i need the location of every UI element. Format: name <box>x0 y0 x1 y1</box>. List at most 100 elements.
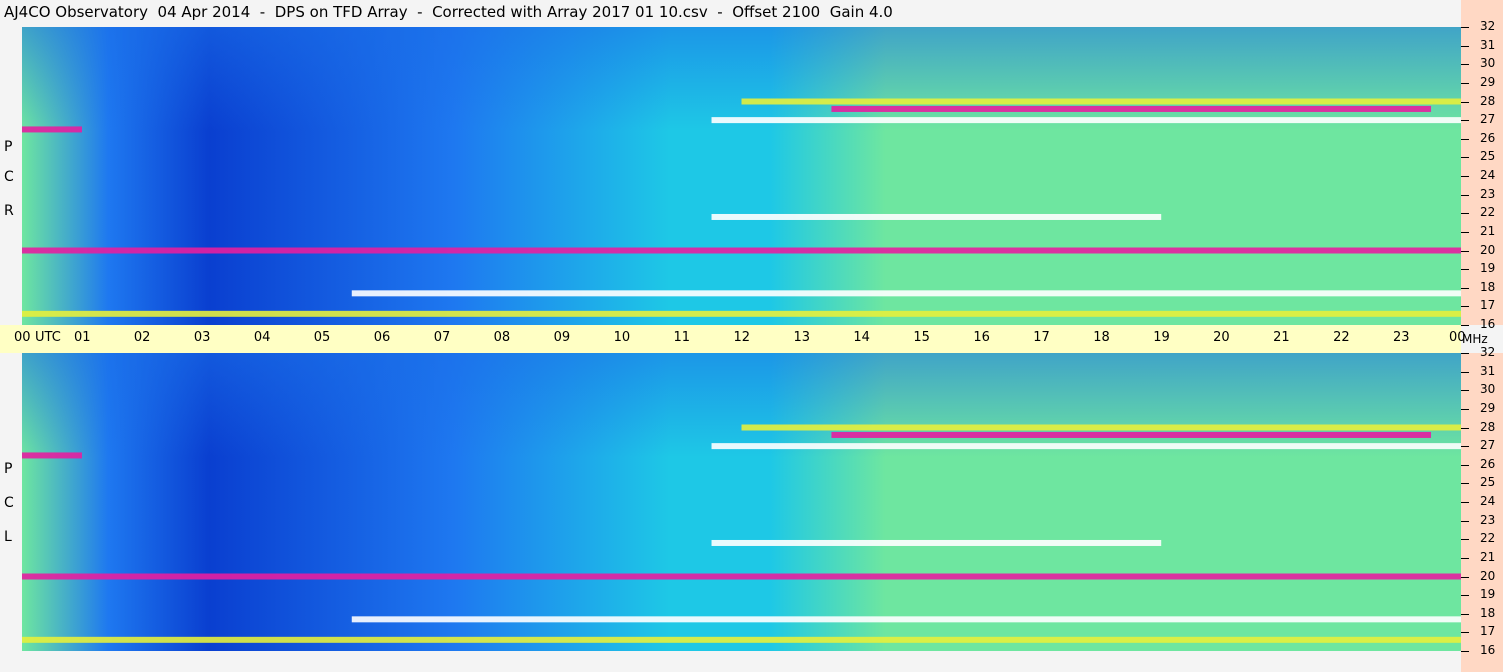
time-tick-label: 01 <box>73 330 91 345</box>
freq-tick-mark <box>1461 446 1469 448</box>
lcp-band-2 <box>741 424 1461 431</box>
freq-tick-mark <box>1461 502 1469 503</box>
time-axis-unit: UTC <box>35 330 61 345</box>
freq-tick-mark <box>1461 64 1469 66</box>
time-tick-label: 00 <box>14 330 31 345</box>
rcp-band-2 <box>741 98 1461 105</box>
time-tick-label: 10 <box>613 330 631 345</box>
freq-tick-mark <box>1461 483 1469 485</box>
time-tick-label: 03 <box>193 330 211 345</box>
freq-tick-label: 22 <box>1480 205 1496 220</box>
freq-tick-label: 29 <box>1480 400 1496 415</box>
freq-tick-label: 23 <box>1480 186 1496 201</box>
time-tick-label: 08 <box>493 330 511 345</box>
freq-tick-label: 19 <box>1480 587 1496 602</box>
rcp-band-5 <box>22 310 1461 317</box>
freq-tick-mark <box>1461 27 1469 28</box>
freq-tick-mark <box>1461 353 1469 354</box>
rcp-band-7 <box>22 126 82 133</box>
freq-tick-mark <box>1461 269 1469 271</box>
freq-axis-lcp: 32 31 30 29 28 27 26 25 24 23 22 21 20 19 18 17 16 <box>1461 345 1503 672</box>
freq-tick-label: 29 <box>1480 74 1496 89</box>
lcp-band-6 <box>22 573 1461 580</box>
freq-tick-mark <box>1461 427 1469 429</box>
freq-tick-mark <box>1461 250 1469 252</box>
chart-title: AJ4CO Observatory 04 Apr 2014 - DPS on T… <box>4 3 893 21</box>
time-tick-label: 16 <box>973 330 990 345</box>
time-tick-label: 21 <box>1273 330 1290 345</box>
freq-tick-label: 25 <box>1480 149 1496 164</box>
freq-tick-label: 30 <box>1480 382 1496 397</box>
freq-tick-mark <box>1461 325 1469 326</box>
freq-tick-mark <box>1461 231 1469 233</box>
freq-tick-label: 16 <box>1480 317 1496 331</box>
freq-tick-label: 19 <box>1480 261 1496 276</box>
time-axis: UTC 00 01 02 03 04 05 06 07 08 09 10 11 12 13 14 15 16 17… <box>0 325 1466 353</box>
freq-tick-label: 18 <box>1480 279 1496 294</box>
freq-tick-mark <box>1461 408 1469 410</box>
rcp-band-0 <box>711 117 1461 124</box>
rcp-top-shade <box>22 27 1461 325</box>
rcp-label-char-1: C <box>4 169 14 185</box>
freq-tick-label: 31 <box>1480 363 1496 378</box>
freq-tick-label: 24 <box>1480 168 1496 182</box>
freq-tick-label: 27 <box>1480 438 1496 453</box>
freq-tick-mark <box>1461 632 1469 634</box>
freq-tick-mark <box>1461 613 1469 615</box>
freq-tick-mark <box>1461 595 1469 597</box>
freq-tick-label: 25 <box>1480 475 1496 490</box>
freq-tick-mark <box>1461 45 1469 47</box>
freq-tick-label: 21 <box>1480 549 1496 564</box>
freq-tick-mark <box>1461 138 1469 140</box>
freq-tick-mark <box>1461 371 1469 373</box>
rcp-band-6 <box>22 247 1461 254</box>
time-tick-label: 04 <box>253 330 271 345</box>
freq-tick-mark <box>1461 520 1469 522</box>
freq-tick-label: 30 <box>1480 56 1496 71</box>
lcp-band-0 <box>711 443 1461 450</box>
freq-tick-mark <box>1461 157 1469 159</box>
freq-tick-mark <box>1461 390 1469 392</box>
time-tick-label: 07 <box>433 330 451 345</box>
freq-tick-label: 32 <box>1480 345 1496 359</box>
lcp-top-shade <box>22 353 1461 651</box>
lcp-band-4 <box>351 616 1461 623</box>
time-tick-label: 22 <box>1333 330 1350 345</box>
time-tick-label: 14 <box>853 330 870 345</box>
rcp-band-1 <box>831 105 1432 112</box>
lcp-label-char-0: P <box>4 461 13 477</box>
rcp-band-4 <box>351 290 1461 297</box>
freq-tick-label: 21 <box>1480 223 1496 238</box>
lcp-band-7 <box>22 452 82 459</box>
freq-tick-mark <box>1461 176 1469 177</box>
rcp-band-3 <box>711 213 1162 220</box>
time-tick-label: 23 <box>1393 330 1410 345</box>
lcp-spectrogram <box>22 353 1461 651</box>
freq-axis-unit: MHz <box>1462 332 1488 346</box>
time-tick-label: 12 <box>733 330 751 345</box>
freq-tick-mark <box>1461 576 1469 578</box>
freq-tick-label: 18 <box>1480 605 1496 620</box>
time-tick-label: 15 <box>913 330 930 345</box>
freq-tick-label: 20 <box>1480 568 1496 583</box>
freq-tick-mark <box>1461 101 1469 103</box>
freq-tick-mark <box>1461 82 1469 84</box>
freq-tick-label: 28 <box>1480 93 1496 108</box>
rcp-spectrogram <box>22 27 1461 325</box>
lcp-band-1 <box>831 431 1432 438</box>
time-tick-label: 06 <box>373 330 391 345</box>
rcp-label-char-2: R <box>4 203 14 219</box>
freq-tick-label: 28 <box>1480 419 1496 434</box>
lcp-band-3 <box>711 539 1162 546</box>
freq-tick-label: 26 <box>1480 130 1496 145</box>
rcp-label-char-0: P <box>4 139 13 155</box>
freq-tick-label: 16 <box>1480 643 1496 657</box>
freq-tick-label: 32 <box>1480 19 1496 33</box>
time-tick-label: 09 <box>553 330 571 345</box>
freq-tick-label: 17 <box>1480 298 1496 313</box>
freq-tick-mark <box>1461 213 1469 215</box>
time-tick-label: 11 <box>673 330 691 345</box>
freq-tick-mark <box>1461 464 1469 466</box>
freq-axis-rcp: 32 31 30 29 28 27 26 25 24 23 22 21 20 19 18 17 16 <box>1461 0 1503 331</box>
time-tick-label: 18 <box>1093 330 1110 345</box>
